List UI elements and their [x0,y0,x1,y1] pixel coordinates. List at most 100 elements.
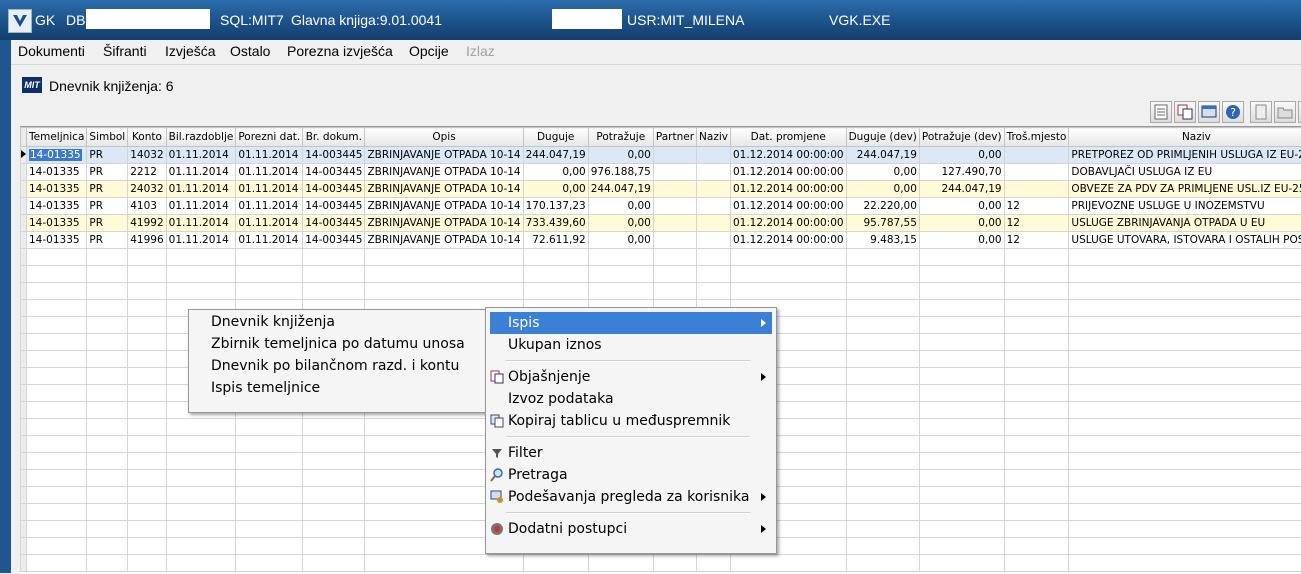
table-cell[interactable]: PR [87,164,128,181]
table-cell[interactable]: ZBRINJAVANJE OTPADA 10-14 [365,181,523,198]
table-cell[interactable]: 14-003445 [303,198,365,215]
table-cell[interactable]: 95.787,55 [846,215,919,232]
table-cell[interactable] [653,181,696,198]
table-cell[interactable]: ZBRINJAVANJE OTPADA 10-14 [365,198,523,215]
table-cell[interactable] [1004,147,1069,164]
table-cell[interactable]: 01.11.2014 [166,164,236,181]
menu-item-objasnjenje[interactable]: Objašnjenje [490,366,772,388]
menu-item-dodatni-postupci[interactable]: Dodatni postupci [490,518,772,540]
menu-ostalo[interactable]: Ostalo [230,43,270,59]
table-cell[interactable]: 01.12.2014 00:00:00 [730,181,846,198]
window-icon[interactable] [1198,101,1220,123]
table-cell[interactable]: PR [87,181,128,198]
table-cell[interactable]: 01.11.2014 [166,232,236,249]
table-cell[interactable] [653,164,696,181]
col-header[interactable]: Temeljnica [27,128,87,147]
table-cell[interactable]: 14-003445 [303,164,365,181]
table-cell[interactable]: PR [87,215,128,232]
table-cell[interactable]: 01.11.2014 [236,198,303,215]
col-header[interactable]: Simbol [87,128,128,147]
menu-dokumenti[interactable]: Dokumenti [18,43,85,59]
table-cell[interactable]: 01.12.2014 00:00:00 [730,198,846,215]
folder-icon[interactable] [1274,101,1296,123]
col-header[interactable]: Potražuje [588,128,653,147]
table-cell[interactable]: 0,00 [523,164,588,181]
table-cell[interactable]: 14032 [128,147,166,164]
table-cell[interactable]: 01.12.2014 00:00:00 [730,215,846,232]
table-cell[interactable]: 14-01335 [27,232,87,249]
menu-opcije[interactable]: Opcije [409,43,449,59]
table-cell[interactable]: 01.11.2014 [236,181,303,198]
menu-item-izvoz[interactable]: Izvoz podataka [490,388,772,410]
table-cell[interactable]: 0,00 [919,232,1004,249]
table-cell[interactable] [697,232,731,249]
table-cell[interactable]: 9.483,15 [846,232,919,249]
table-cell[interactable]: PRIJEVOZNE USLUGE U INOZEMSTVU [1069,198,1301,215]
table-cell[interactable]: 0,00 [588,198,653,215]
table-cell[interactable]: 01.11.2014 [166,147,236,164]
col-header[interactable]: Duguje [523,128,588,147]
table-row[interactable]: 14-01335PR221201.11.201401.11.201414-003… [21,164,1301,181]
table-cell[interactable]: 12 [1004,232,1069,249]
table-cell[interactable] [697,147,731,164]
table-cell[interactable]: PR [87,232,128,249]
table-cell[interactable]: 244.047,19 [588,181,653,198]
table-cell[interactable]: 14-003445 [303,232,365,249]
table-cell[interactable]: 01.11.2014 [236,232,303,249]
report-icon[interactable] [1150,101,1172,123]
col-header[interactable]: Partner [653,128,696,147]
table-cell[interactable]: 244.047,19 [846,147,919,164]
table-cell[interactable] [1004,181,1069,198]
col-header[interactable]: Naziv [1069,128,1301,147]
table-cell[interactable]: 0,00 [919,198,1004,215]
table-cell[interactable]: 4103 [128,198,166,215]
col-header[interactable]: Bil.razdoblje [166,128,236,147]
table-cell[interactable] [653,232,696,249]
table-cell[interactable]: 14-003445 [303,181,365,198]
table-cell[interactable]: 14-01335 [27,164,87,181]
submenu-item-zbirnik[interactable]: Zbirnik temeljnica po datumu unosa [189,333,491,355]
help-icon[interactable]: ? [1222,101,1244,123]
table-cell[interactable]: 976.188,75 [588,164,653,181]
menu-item-filter[interactable]: Filter [490,442,772,464]
menu-sifranti[interactable]: Šifranti [103,43,147,59]
table-cell[interactable]: 72.611,92 [523,232,588,249]
menu-item-ispis[interactable]: Ispis [490,312,772,334]
table-cell[interactable]: USLUGE UTOVARA, ISTOVARA I OSTALIH POSL. [1069,232,1301,249]
submenu-item-dnevnik[interactable]: Dnevnik knjiženja [189,311,491,333]
table-cell[interactable]: 22.220,00 [846,198,919,215]
col-header[interactable]: Opis [365,128,523,147]
table-cell[interactable]: 2212 [128,164,166,181]
col-header[interactable]: Troš.mjesto [1004,128,1069,147]
table-cell[interactable]: 0,00 [588,147,653,164]
table-cell[interactable] [653,215,696,232]
table-cell[interactable]: 0,00 [846,164,919,181]
table-cell[interactable]: ZBRINJAVANJE OTPADA 10-14 [365,232,523,249]
table-cell[interactable]: 12 [1004,215,1069,232]
table-cell[interactable]: ZBRINJAVANJE OTPADA 10-14 [365,164,523,181]
copy-icon[interactable] [1174,101,1196,123]
table-cell[interactable]: 244.047,19 [919,181,1004,198]
table-cell[interactable]: 01.12.2014 00:00:00 [730,164,846,181]
table-cell[interactable]: 12 [1004,198,1069,215]
menu-item-kopiraj[interactable]: Kopiraj tablicu u međuspremnik [490,410,772,432]
table-cell[interactable]: 01.12.2014 00:00:00 [730,232,846,249]
table-cell[interactable]: 01.11.2014 [166,198,236,215]
table-cell[interactable]: 14-01335 [27,215,87,232]
table-cell[interactable]: DOBAVLJAČI USLUGA IZ EU [1069,164,1301,181]
col-header[interactable]: Dat. promjene [730,128,846,147]
table-cell[interactable] [653,198,696,215]
table-cell[interactable]: 01.12.2014 00:00:00 [730,147,846,164]
table-cell[interactable]: 14-003445 [303,147,365,164]
menu-item-ukupan-iznos[interactable]: Ukupan iznos [490,334,772,356]
table-cell[interactable]: 24032 [128,181,166,198]
table-cell[interactable]: 01.11.2014 [236,164,303,181]
col-header[interactable]: Naziv [697,128,731,147]
table-cell[interactable]: 0,00 [588,232,653,249]
table-cell[interactable] [697,181,731,198]
table-cell[interactable]: ZBRINJAVANJE OTPADA 10-14 [365,147,523,164]
table-row[interactable]: 14-01335PR2403201.11.201401.11.201414-00… [21,181,1301,198]
table-cell[interactable]: 14-01335 [27,198,87,215]
table-cell[interactable] [697,164,731,181]
table-cell[interactable]: PR [87,147,128,164]
